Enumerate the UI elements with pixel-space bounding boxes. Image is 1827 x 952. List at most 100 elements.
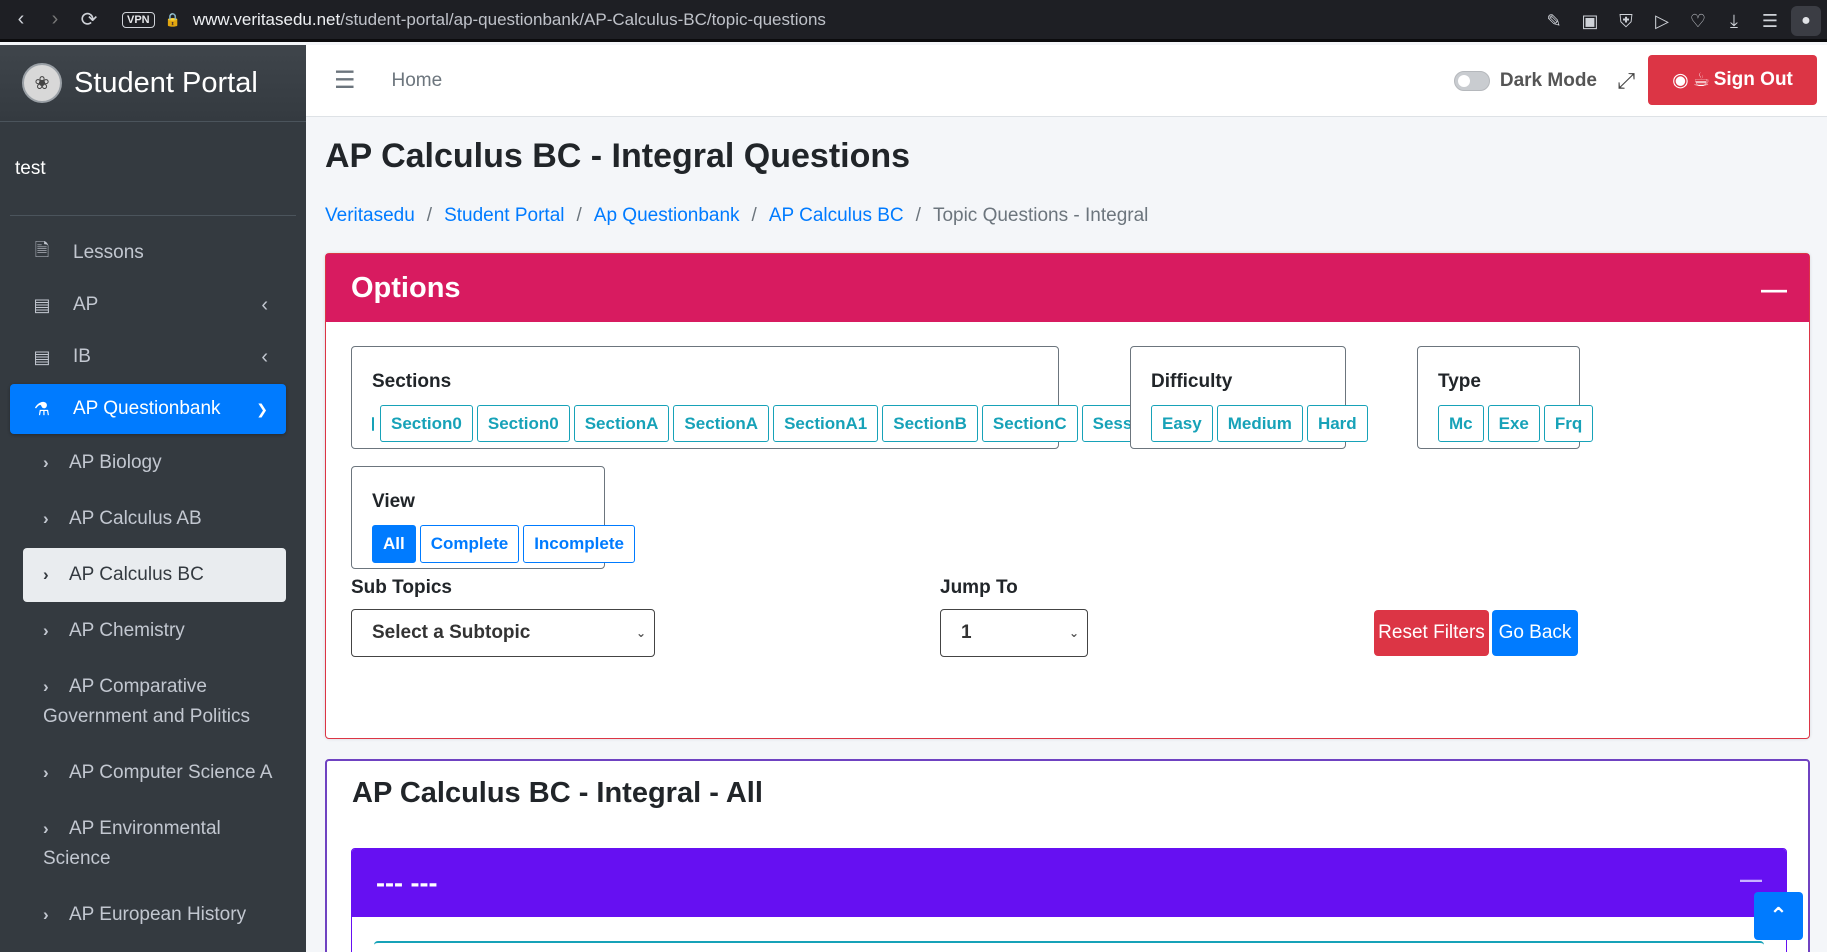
profile-icon[interactable]: ● [1791, 6, 1821, 36]
sidebar-subitem-ap-calculus-ab[interactable]: › AP Calculus AB [23, 492, 286, 546]
view-filter: View All Complete Incomplete [351, 466, 635, 569]
reload-icon[interactable]: ⟳ [72, 3, 106, 37]
sidebar: ❀ Student Portal test 🗎 Lessons ▤ AP ‹ ▤… [0, 45, 306, 952]
brand-logo-icon: ❀ [22, 63, 62, 103]
sidebar-item-ap[interactable]: ▤ AP ‹ [10, 280, 286, 330]
breadcrumb-link[interactable]: AP Calculus BC [769, 205, 904, 227]
camera-icon[interactable]: ▣ [1575, 4, 1605, 38]
send-icon[interactable]: ▷ [1647, 4, 1677, 38]
minus-icon[interactable]: — [1740, 867, 1762, 893]
sidebar-subitem-label: AP Comparative Government and Politics [43, 676, 250, 727]
vpn-badge[interactable]: VPN [122, 11, 155, 28]
question-item-border [374, 941, 1764, 945]
section-button[interactable]: SectionA [673, 405, 770, 442]
view-all-button[interactable]: All [372, 525, 416, 563]
sidebar-subitem-ap-environmental-science[interactable]: › AP Environmental Science [23, 802, 286, 886]
section-button[interactable]: SectionA [573, 405, 670, 442]
section-button[interactable]: SectionB [882, 405, 978, 442]
browser-toolbar: ‹ › ⟳ VPN 🔒 www.veritasedu.net/student-p… [0, 0, 1827, 42]
chevron-down-icon: ⌄ [635, 626, 646, 640]
chevron-right-icon: › [43, 453, 49, 472]
browser-nav: ‹ › ⟳ [4, 3, 106, 37]
difficulty-buttons: Easy Medium Hard [1151, 405, 1368, 442]
question-group-card: --- --- — [351, 848, 1787, 952]
dark-mode-toggle[interactable]: Dark Mode [1453, 70, 1597, 92]
breadcrumb-link[interactable]: Veritasedu [325, 205, 415, 227]
shield-icon[interactable]: ⛨ [1611, 4, 1641, 38]
section-button[interactable]: SectionC [981, 405, 1078, 442]
expand-icon[interactable]: ⤢ [1617, 68, 1635, 94]
sidebar-subitem-label: AP European History [69, 904, 247, 925]
sidebar-subitem-ap-european-history[interactable]: › AP European History [23, 888, 286, 942]
results-card: AP Calculus BC - Integral - All --- --- … [325, 759, 1810, 952]
sidebar-item-label: IB [73, 346, 91, 367]
edit-icon[interactable]: ✎ [1539, 4, 1569, 38]
toggle-switch[interactable] [1453, 70, 1490, 91]
book-icon: ▤ [33, 346, 51, 367]
chevron-left-icon: ‹ [261, 293, 268, 316]
breadcrumb-link[interactable]: Student Portal [444, 205, 564, 227]
type-exe-button[interactable]: Exe [1487, 405, 1540, 442]
sidebar-subitem-ap-biology[interactable]: › AP Biology [23, 436, 286, 490]
difficulty-medium-button[interactable]: Medium [1216, 405, 1303, 442]
reset-filters-button[interactable]: Reset Filters [1374, 610, 1489, 656]
difficulty-label: Difficulty [1151, 371, 1233, 392]
menu-lines-icon[interactable]: ☰ [1755, 4, 1785, 38]
chevron-right-icon: › [43, 621, 49, 640]
sidebar-subitem-ap-computer-science-a[interactable]: › AP Computer Science A [23, 746, 286, 800]
browser-actions: ✎ ▣ ⛨ ▷ ♡ ⤓ ☰ ● [1539, 0, 1821, 42]
sidebar-item-lessons[interactable]: 🗎 Lessons [10, 228, 286, 278]
lock-icon[interactable]: 🔒 [165, 12, 181, 28]
user-panel[interactable]: test [10, 122, 296, 216]
chevron-right-icon: › [43, 509, 49, 528]
breadcrumb-current: Topic Questions - Integral [932, 205, 1149, 226]
breadcrumb-separator: / [426, 205, 433, 226]
sidebar-item-ap-questionbank[interactable]: ⚗ AP Questionbank ❯ [10, 384, 286, 434]
chevron-right-icon: › [43, 677, 49, 696]
type-mc-button[interactable]: Mc [1438, 405, 1484, 442]
heart-icon[interactable]: ♡ [1683, 4, 1713, 38]
breadcrumb-link[interactable]: Ap Questionbank [594, 205, 740, 227]
options-title: Options [351, 271, 461, 304]
forward-arrow-icon[interactable]: › [38, 3, 72, 37]
address-bar[interactable]: www.veritasedu.net/student-portal/ap-que… [193, 10, 826, 30]
download-icon[interactable]: ⤓ [1719, 4, 1749, 38]
breadcrumb-separator: / [751, 205, 757, 226]
go-back-button[interactable]: Go Back [1492, 610, 1578, 656]
question-group-header: --- --- — [352, 849, 1786, 917]
section-button[interactable]: Section0 [476, 405, 570, 442]
minus-icon[interactable]: — [1761, 274, 1787, 305]
back-arrow-icon[interactable]: ‹ [4, 3, 38, 37]
view-complete-button[interactable]: Complete [419, 525, 520, 563]
sidebar-subitem-ap-comparative-government[interactable]: › AP Comparative Government and Politics [23, 660, 286, 744]
subtopic-select[interactable]: Select a Subtopic ⌄ [351, 609, 655, 657]
difficulty-hard-button[interactable]: Hard [1306, 405, 1368, 442]
url-domain: www.veritasedu.net [192, 9, 341, 29]
sections-label: Sections [372, 371, 452, 392]
scroll-to-top-button[interactable]: ⌃ [1754, 892, 1803, 940]
jump-to-select[interactable]: 1 ⌄ [940, 609, 1088, 657]
chevron-down-icon: ⌄ [1068, 626, 1079, 640]
brand[interactable]: ❀ Student Portal [0, 45, 306, 122]
sidebar-subitem-ap-calculus-bc[interactable]: › AP Calculus BC [23, 548, 286, 602]
view-incomplete-button[interactable]: Incomplete [523, 525, 635, 563]
home-link[interactable]: Home [392, 70, 443, 92]
section-button[interactable]: Section0 [380, 405, 473, 442]
sidebar-subitem-ap-chemistry[interactable]: › AP Chemistry [23, 604, 286, 658]
chevron-down-icon: ❯ [256, 400, 268, 417]
hamburger-icon[interactable]: ☰ [334, 66, 356, 95]
type-frq-button[interactable]: Frq [1543, 405, 1594, 442]
difficulty-easy-button[interactable]: Easy [1151, 405, 1213, 442]
subtopic-select-value: Select a Subtopic [372, 622, 531, 643]
sidebar-item-ib[interactable]: ▤ IB ‹ [10, 332, 286, 382]
file-icon: 🗎 [34, 240, 50, 260]
sidebar-item-label: AP [73, 294, 99, 315]
toggle-knob [1457, 74, 1470, 87]
section-button[interactable]: SectionA1 [773, 405, 879, 442]
section-button-empty[interactable] [372, 416, 374, 431]
chevron-up-icon: ⌃ [1769, 903, 1788, 928]
chevron-right-icon: › [43, 905, 49, 924]
sections-buttons: Section0 Section0 SectionA SectionA Sect… [372, 405, 1182, 442]
sign-out-button[interactable]: ◉ ☕ Sign Out [1648, 55, 1817, 105]
cookie-icon: ◉ [1672, 69, 1689, 91]
